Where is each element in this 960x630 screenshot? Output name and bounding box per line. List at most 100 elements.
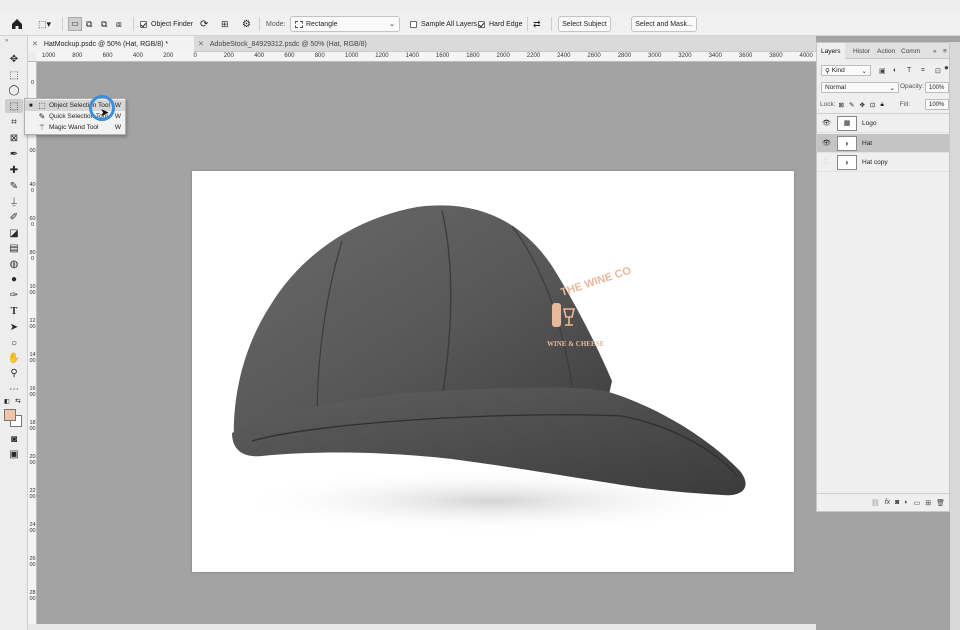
gear-icon[interactable]: ⚙ (242, 12, 251, 36)
crop-tool-icon[interactable]: ⌗ (5, 115, 23, 129)
link-layers-icon[interactable]: ⛓ (871, 499, 880, 507)
fx-icon[interactable]: fx (885, 499, 890, 506)
default-colors-icon[interactable]: ◧ (4, 398, 10, 405)
ruler-tick-label: 3600 (738, 53, 753, 59)
gradient-tool-icon[interactable]: ▤ (5, 241, 23, 255)
fill-input[interactable]: 100% (925, 99, 949, 110)
lasso-tool-icon[interactable]: ◯ (5, 83, 23, 97)
lock-position-icon[interactable]: ✥ (859, 101, 864, 109)
show-all-objects-icon[interactable]: ⊞ (221, 12, 229, 36)
smart-object-filter-icon[interactable]: ⊡ (935, 67, 941, 75)
new-group-icon[interactable]: ▭ (914, 499, 921, 507)
ruler-tick-label: 2600 (587, 53, 601, 59)
sample-all-layers-checkbox[interactable]: Sample All Layers (410, 12, 477, 36)
ruler-tick-label: 2400 (557, 53, 571, 59)
layer-row-logo[interactable]: 👁︎ ▦ Logo (817, 114, 949, 133)
frame-tool-icon[interactable]: ⊠ (5, 131, 23, 145)
refresh-icon[interactable]: ⟳ (200, 12, 208, 36)
tab-history[interactable]: Histor (849, 43, 874, 59)
fill-value: 100% (929, 101, 945, 108)
object-selection-tool-icon[interactable]: ⬚ (5, 99, 23, 113)
adjustment-layer-icon[interactable]: ◐ (904, 499, 908, 506)
pen-tool-icon[interactable]: ✑ (5, 288, 23, 302)
tab-comments[interactable]: Comm (897, 43, 924, 59)
layer-thumbnail-hat: ◗ (837, 135, 857, 151)
hard-edge-checkbox[interactable]: Hard Edge (478, 12, 522, 36)
type-filter-icon[interactable]: T (907, 67, 911, 74)
filter-kind-select[interactable]: ⚲ Kind ⌄ (821, 65, 871, 76)
subtract-selection-icon[interactable]: ⧉ (101, 12, 107, 36)
dodge-tool-icon[interactable]: ● (5, 272, 23, 286)
layer-row-hat[interactable]: 👁︎ ◗ Hat (817, 134, 949, 153)
tab-hatmockup[interactable]: ✕ HatMockup.psdc @ 50% (Hat, RGB/8) * (28, 36, 194, 52)
visibility-eye-icon[interactable]: 👁︎ (822, 139, 831, 147)
vertical-ruler[interactable]: 0200400600800100012001400160018002000220… (28, 62, 37, 624)
close-tab-icon[interactable]: ✕ (198, 40, 204, 48)
ruler-tick-label: 3800 (769, 53, 783, 59)
adjustment-filter-icon[interactable]: ◐ (893, 67, 897, 74)
ellipse-tool-icon[interactable]: ○ (5, 336, 23, 350)
blur-tool-icon[interactable]: ◍ (5, 257, 23, 271)
add-to-selection-icon[interactable]: ⧉ (86, 12, 92, 36)
pixel-filter-icon[interactable]: ▣ (879, 67, 886, 75)
horizontal-ruler[interactable]: 1000 800 600 400 200 0 200 400 600 800 1000 1200 140… (36, 52, 816, 62)
brush-tool-icon[interactable]: ✎ (5, 179, 23, 193)
ruler-tick-label: 600 (284, 53, 295, 59)
screen-mode-icon[interactable]: ▣ (5, 447, 23, 461)
visibility-off-icon[interactable]: □ (822, 159, 830, 166)
healing-brush-icon[interactable]: ✚ (5, 163, 23, 177)
object-finder-check-icon (140, 20, 147, 28)
intersect-selection-icon[interactable]: ⧈ (116, 12, 122, 36)
lock-transparent-icon[interactable]: ⊠ (839, 101, 844, 109)
mode-select[interactable]: Rectangle ⌄ (290, 16, 400, 32)
flyout-item-label: Magic Wand Tool (49, 124, 99, 131)
enhance-edge-icon[interactable]: ⇄ (533, 12, 541, 36)
home-icon[interactable] (10, 12, 24, 36)
edit-toolbar-icon[interactable]: ⋯ (5, 382, 23, 396)
add-mask-icon[interactable]: ◙ (895, 499, 899, 506)
sample-all-layers-check-icon (410, 20, 417, 28)
select-subject-button[interactable]: Select Subject (558, 16, 611, 32)
object-finder-checkbox[interactable]: Object Finder (140, 12, 193, 36)
lock-artboard-icon[interactable]: ⊡ (870, 101, 875, 109)
zoom-tool-icon[interactable]: ⚲ (5, 366, 23, 380)
foreground-color-swatch[interactable] (4, 409, 16, 421)
ruler-tick-label: 1800 (29, 420, 36, 432)
mode-value: Rectangle (306, 20, 338, 28)
document-canvas[interactable]: THE WINE CO WINE & CHEESE (192, 171, 794, 572)
filter-toggle-icon[interactable]: ● (944, 63, 949, 72)
history-brush-icon[interactable]: ✐ (5, 210, 23, 224)
delete-layer-icon[interactable]: 🗑︎ (936, 499, 945, 507)
visibility-eye-icon[interactable]: 👁︎ (822, 119, 831, 127)
ruler-tick-label: 3000 (648, 53, 662, 59)
layer-row-hat-copy[interactable]: □ ◗ Hat copy (817, 153, 949, 172)
collapse-toolbar-icon[interactable]: » (5, 38, 8, 44)
close-tab-icon[interactable]: ✕ (32, 40, 38, 48)
swap-colors-icon[interactable]: ⇆ (15, 397, 21, 405)
eraser-tool-icon[interactable]: ◪ (5, 226, 23, 240)
new-layer-icon[interactable]: ⊞ (925, 499, 931, 507)
move-tool-icon[interactable]: ✥ (5, 52, 23, 66)
new-selection-icon[interactable]: ▭ (68, 17, 82, 31)
opacity-value: 100% (929, 84, 945, 91)
quick-mask-icon[interactable]: ◙ (5, 432, 23, 446)
clone-stamp-icon[interactable]: ⍊ (5, 194, 23, 208)
blend-mode-select[interactable]: Normal ⌄ (821, 82, 899, 93)
hand-tool-icon[interactable]: ✋ (5, 351, 23, 365)
tab-adobestock[interactable]: ✕ AdobeStock_84929312.psdc @ 50% (Hat, R… (194, 36, 404, 52)
eyedropper-tool-icon[interactable]: ✒ (5, 147, 23, 161)
tab-layers[interactable]: Layers (817, 43, 845, 59)
ruler-tick-label: 1000 (345, 53, 359, 59)
marquee-tool-icon[interactable]: ⬚ (5, 68, 23, 82)
lock-all-icon[interactable]: 🔒︎ (880, 101, 883, 109)
path-selection-icon[interactable]: ➤ (5, 320, 23, 334)
tab-actions[interactable]: Action (873, 43, 899, 59)
shape-filter-icon[interactable]: ⌗ (921, 67, 925, 75)
flyout-item-magic-wand[interactable]: ⚚ Magic Wand Tool W (25, 122, 125, 133)
document-tabs: ✕ HatMockup.psdc @ 50% (Hat, RGB/8) * ✕ … (28, 36, 816, 52)
opacity-input[interactable]: 100% (925, 82, 949, 93)
select-and-mask-button[interactable]: Select and Mask... (631, 16, 697, 32)
tool-preset-icon[interactable]: ⬚▾ (38, 12, 51, 36)
type-tool-icon[interactable]: T (5, 304, 23, 318)
lock-pixels-icon[interactable]: ✎ (849, 101, 854, 109)
